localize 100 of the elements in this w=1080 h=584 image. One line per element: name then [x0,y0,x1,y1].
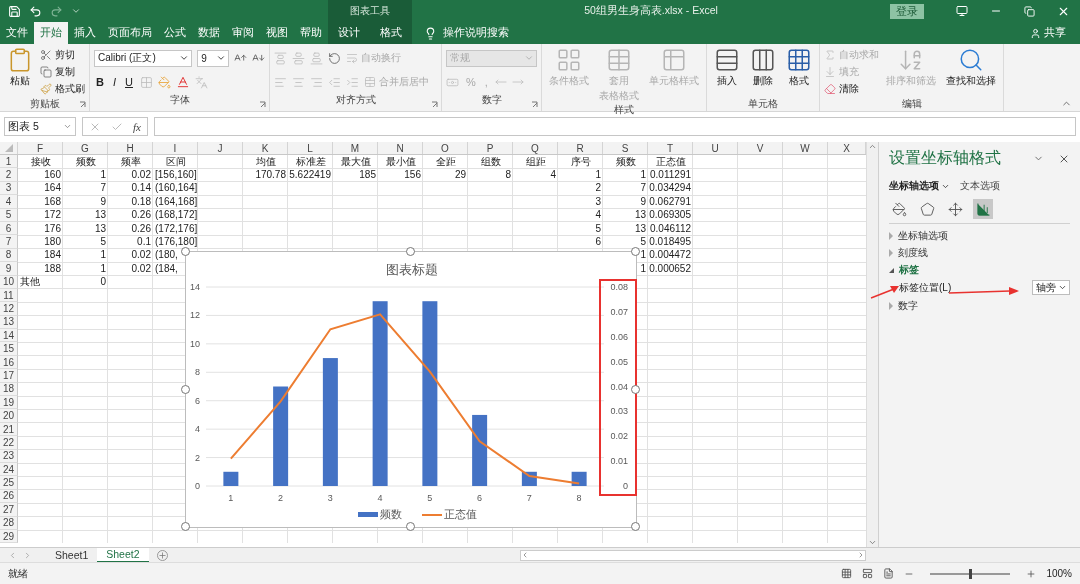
dialog-launcher-icon[interactable] [259,101,266,108]
section-header[interactable]: 刻度线 [889,247,1070,259]
column-header[interactable]: R [558,142,603,154]
format-button[interactable]: B [94,76,106,88]
borders-icon[interactable] [139,75,153,89]
section-header[interactable]: 标签 [889,264,1070,276]
resize-handle[interactable] [406,247,415,256]
font-size-field[interactable]: 9 [197,49,230,67]
pane-tab[interactable]: 文本选项 [960,179,1000,193]
menu-tab[interactable]: 公式 [158,22,192,44]
menu-tab[interactable]: 格式 [370,22,412,44]
section-header[interactable]: 坐标轴选项 [889,230,1070,242]
scroll-right-icon[interactable] [23,550,32,560]
ribbon-button[interactable]: 插入 [711,47,743,88]
menu-tab[interactable]: 开始 [34,22,68,44]
row-header[interactable]: 15 [0,342,18,356]
column-header[interactable]: H [108,142,153,154]
page-break-icon[interactable] [883,568,895,579]
font-color-icon[interactable] [175,75,190,89]
add-sheet-icon[interactable] [156,549,168,561]
scroll-down-icon[interactable] [868,538,877,547]
ribbon-button[interactable]: 删除 [747,47,779,88]
resize-handle[interactable] [406,522,415,531]
resize-handle[interactable] [181,247,190,256]
column-header[interactable]: F [18,142,63,154]
row-header[interactable]: 22 [0,436,18,450]
sheet-tab[interactable]: Sheet2 [97,547,149,563]
ribbon-button[interactable]: 粘贴 [4,47,36,88]
redo-icon[interactable] [50,4,63,18]
row-header[interactable]: 17 [0,369,18,383]
fill-color-icon[interactable] [157,75,171,89]
row-header[interactable]: 1 [0,155,18,169]
caret-icon[interactable] [1058,283,1067,292]
caret-icon[interactable] [216,53,227,63]
row-header[interactable]: 20 [0,409,18,423]
page-layout-icon[interactable] [862,568,874,579]
column-header[interactable]: P [468,142,513,154]
column-header[interactable]: S [603,142,648,154]
row-header[interactable]: 9 [0,262,18,276]
select-all-icon[interactable] [4,144,13,152]
column-header[interactable]: W [783,142,828,154]
resize-handle[interactable] [181,522,190,531]
section-header[interactable]: 数字 [889,300,1070,312]
menu-tab[interactable]: 页面布局 [102,22,158,44]
align-left-icon[interactable] [274,75,287,89]
formula-input[interactable] [153,117,1076,136]
sign-in-button[interactable]: 登录 [890,3,924,19]
scroll-left-icon[interactable] [521,551,529,559]
sheet-tab[interactable]: Sheet1 [46,547,98,563]
caret-icon[interactable] [179,53,190,63]
row-header[interactable]: 19 [0,396,18,410]
menu-tab[interactable]: 帮助 [294,22,328,44]
ribbon-button[interactable]: 格式刷 [40,81,85,96]
dialog-launcher-icon[interactable] [531,101,538,108]
font-name-field[interactable]: Calibri (正文) [94,49,193,67]
column-header[interactable]: U [693,142,738,154]
row-header[interactable]: 4 [0,195,18,209]
align-middle-icon[interactable] [292,51,305,65]
caret-icon[interactable] [63,122,72,131]
lightbulb-icon[interactable] [424,26,437,40]
indent-decrease-icon[interactable] [328,75,341,89]
vertical-scrollbar[interactable] [866,142,878,547]
orientation-icon[interactable] [328,51,341,65]
column-header[interactable]: Q [513,142,558,154]
format-button[interactable]: I [110,76,118,88]
normal-view-icon[interactable] [841,568,853,579]
ribbon-display-icon[interactable] [956,5,968,17]
row-header[interactable]: 7 [0,235,18,249]
menu-tab[interactable]: 文件 [0,22,34,44]
resize-handle[interactable] [181,384,190,394]
row-header[interactable]: 14 [0,329,18,343]
scroll-right-icon[interactable] [857,551,865,559]
align-center-icon[interactable] [292,75,305,89]
column-header[interactable]: J [198,142,243,154]
menu-tab[interactable]: 审阅 [226,22,260,44]
ribbon-button[interactable]: 清除 [824,81,879,96]
column-header[interactable]: T [648,142,693,154]
zoom-slider[interactable] [969,568,973,579]
scroll-left-icon[interactable] [8,550,17,560]
menu-tab[interactable]: 插入 [68,22,102,44]
column-header[interactable]: O [423,142,468,154]
horizontal-scrollbar[interactable] [520,549,866,561]
restore-icon[interactable] [1024,5,1035,17]
insert-function-button[interactable]: fx [133,120,141,133]
pane-icon-tab[interactable] [973,199,993,219]
zoom-in-icon[interactable] [1026,568,1037,579]
ribbon-button[interactable]: 查找和选择 [943,47,999,88]
customize-icon[interactable] [71,6,81,16]
indent-increase-icon[interactable] [346,75,359,89]
undo-icon[interactable] [29,4,42,18]
align-bottom-icon[interactable] [310,51,323,65]
resize-handle[interactable] [631,384,640,394]
label-position-select[interactable]: 轴旁 [1032,280,1070,295]
scroll-up-icon[interactable] [868,142,877,151]
align-top-icon[interactable] [274,51,287,65]
resize-handle[interactable] [631,522,640,531]
column-header[interactable]: L [288,142,333,154]
save-icon[interactable] [8,4,21,18]
share-button[interactable]: 共享 [1030,22,1080,44]
phonetic-icon[interactable] [194,75,208,89]
